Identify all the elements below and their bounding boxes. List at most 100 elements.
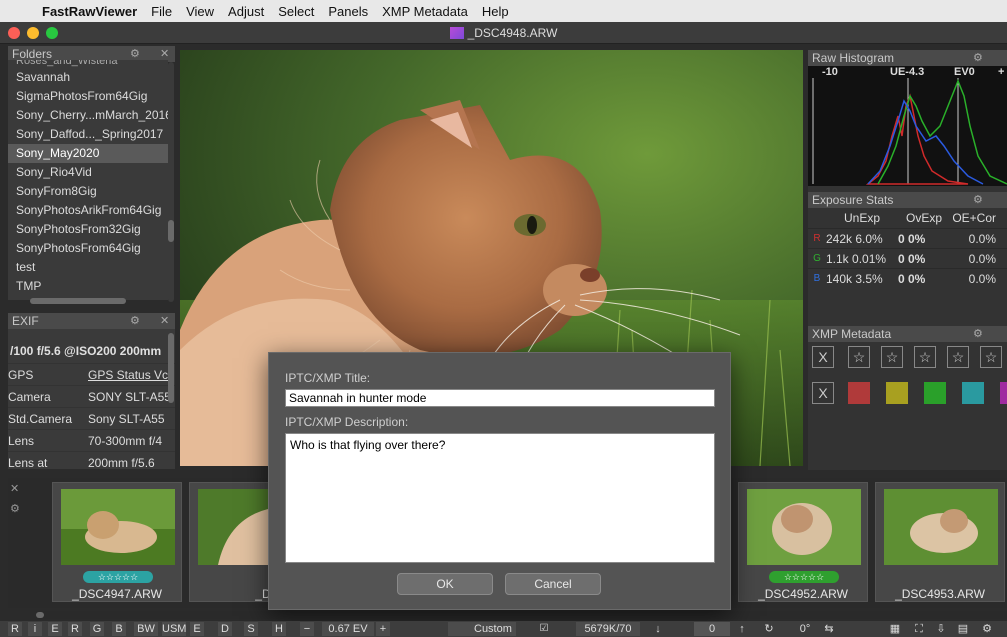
reject-button[interactable]: X	[812, 346, 834, 368]
folder-item[interactable]: SonyPhotosFrom32Gig	[8, 220, 168, 239]
rating-star-button[interactable]: ☆	[848, 346, 870, 368]
rating-star-button[interactable]: ☆	[980, 346, 1002, 368]
title-label: IPTC/XMP Title:	[285, 371, 371, 385]
folder-item[interactable]: Sony_Cherry...mMarch_2016	[8, 106, 168, 125]
close-icon[interactable]: ✕	[10, 482, 19, 495]
folder-item[interactable]: Sony_Daffod..._Spring2017	[8, 125, 168, 144]
oecor-value: 0.0%	[968, 232, 996, 246]
folder-item[interactable]: Sony_Rio4Vid	[8, 163, 168, 182]
exif-value: 70-300mm f/4	[88, 434, 163, 448]
gear-icon[interactable]: ⚙	[973, 326, 983, 342]
menu-xmp-metadata[interactable]: XMP Metadata	[382, 4, 468, 19]
checkbox-icon[interactable]: ☑	[538, 622, 550, 636]
exif-summary: /100 f/5.6 @ISO200 200mm	[10, 344, 162, 358]
rating-star-button[interactable]: ☆	[947, 346, 969, 368]
unexp-value: 1.1k 0.01%	[826, 252, 887, 266]
window-titlebar: _DSC4948.ARW	[0, 22, 1007, 44]
gear-icon[interactable]: ⚙	[973, 50, 983, 66]
close-icon[interactable]: ✕	[160, 313, 169, 329]
channel-toggle[interactable]: R	[8, 622, 22, 636]
gear-icon[interactable]: ⚙	[10, 502, 20, 515]
menu-help[interactable]: Help	[482, 4, 509, 19]
arrow-up-icon[interactable]: ↑	[736, 622, 748, 636]
rating-star-button[interactable]: ☆	[914, 346, 936, 368]
folder-item[interactable]: test	[8, 258, 168, 277]
ev-value[interactable]: 0.67 EV	[322, 622, 374, 636]
color-label-button[interactable]	[848, 382, 870, 404]
angle-value[interactable]: 0°	[790, 622, 820, 636]
bottom-toolbar: Custom ☑ 5679K/70 ↓ 0 ↑ ↻ 0° ⇆ ▦ ⛶ ⇩ ▤ ⚙…	[0, 621, 1007, 637]
color-label-button[interactable]	[886, 382, 908, 404]
filmstrip-scrollbar[interactable]	[36, 612, 44, 618]
clear-label-button[interactable]: X	[812, 382, 834, 404]
folder-item[interactable]: Sony_May2020	[8, 144, 168, 163]
thumbnail[interactable]: _DSC4953.ARW	[875, 482, 1005, 602]
thumbnail[interactable]: ☆☆☆☆☆ _DSC4952.ARW	[738, 482, 868, 602]
panel-icon[interactable]: ▤	[956, 622, 970, 636]
menu-file[interactable]: File	[151, 4, 172, 19]
rating-star-button[interactable]: ☆	[881, 346, 903, 368]
rating-stars[interactable]: ☆☆☆☆☆	[769, 571, 839, 583]
menu-view[interactable]: View	[186, 4, 214, 19]
thumbnail[interactable]: ☆☆☆☆☆ _DSC4947.ARW	[52, 482, 182, 602]
channel-toggle[interactable]: USM	[162, 622, 186, 636]
channel-label: G	[813, 253, 821, 264]
exif-scrollbar[interactable]	[168, 333, 174, 403]
ovexp-value: 0 0%	[898, 232, 926, 246]
channel-toggle[interactable]: i	[28, 622, 42, 636]
ev-minus-button[interactable]: −	[300, 622, 314, 636]
channel-toggle[interactable]: E	[190, 622, 204, 636]
folders-hscrollbar[interactable]	[30, 298, 126, 304]
flip-icon[interactable]: ⇆	[822, 622, 836, 636]
channel-toggle[interactable]: S	[244, 622, 258, 636]
exposure-row: R 242k 6.0% 0 0% 0.0%	[808, 228, 1007, 248]
wb-preset-select[interactable]: Custom	[448, 622, 516, 636]
menu-select[interactable]: Select	[278, 4, 314, 19]
cancel-button[interactable]: Cancel	[505, 573, 601, 595]
folder-item[interactable]: TMP	[8, 277, 168, 296]
channel-toggle[interactable]: E	[48, 622, 62, 636]
thumbnail-image	[747, 489, 861, 565]
description-textarea[interactable]: Who is that flying over there?	[285, 433, 715, 563]
folder-item[interactable]: SigmaPhotosFrom64Gig	[8, 87, 168, 106]
channel-toggle[interactable]: R	[68, 622, 82, 636]
exif-key: Lens at	[8, 456, 48, 469]
channel-toggle[interactable]: G	[90, 622, 104, 636]
folders-list: Roses_and_Wisteria Savannah SigmaPhotosFr…	[8, 60, 168, 300]
wb-value[interactable]: 5679K/70	[576, 622, 640, 636]
rotate-icon[interactable]: ↻	[762, 622, 776, 636]
menu-app-name[interactable]: FastRawViewer	[42, 4, 137, 19]
folder-item[interactable]: Savannah	[8, 68, 168, 87]
menu-panels[interactable]: Panels	[328, 4, 368, 19]
gear-icon[interactable]: ⚙	[980, 622, 994, 636]
folders-scrollbar[interactable]	[168, 220, 174, 242]
ev-plus-button[interactable]: +	[376, 622, 390, 636]
channel-toggle[interactable]: D	[218, 622, 232, 636]
folder-item[interactable]: SonyFrom8Gig	[8, 182, 168, 201]
exif-row: Std.Camera Sony SLT-A55	[8, 407, 175, 429]
color-label-button[interactable]	[962, 382, 984, 404]
rotation-value[interactable]: 0	[694, 622, 730, 636]
fullscreen-icon[interactable]: ⛶	[912, 622, 926, 636]
arrow-down-icon[interactable]: ↓	[652, 622, 664, 636]
ok-button[interactable]: OK	[397, 573, 493, 595]
rating-stars[interactable]: ☆☆☆☆☆	[83, 571, 153, 583]
gear-icon[interactable]: ⚙	[973, 192, 983, 208]
channel-toggle[interactable]: B	[112, 622, 126, 636]
folder-item[interactable]: SonyPhotosFrom64Gig	[8, 239, 168, 258]
channel-toggle[interactable]: BW	[134, 622, 158, 636]
unexp-value: 140k 3.5%	[826, 272, 883, 286]
grid-view-icon[interactable]: ▦	[888, 622, 902, 636]
channel-toggle[interactable]: H	[272, 622, 286, 636]
title-input[interactable]	[285, 389, 715, 407]
folder-item-partial[interactable]: Roses_and_Wisteria	[8, 60, 168, 68]
exif-value[interactable]: GPS Status Vc	[88, 364, 168, 385]
download-icon[interactable]: ⇩	[934, 622, 948, 636]
folder-item[interactable]: SonyPhotosArikFrom64Gig	[8, 201, 168, 220]
color-label-button[interactable]	[1000, 382, 1007, 404]
menu-adjust[interactable]: Adjust	[228, 4, 264, 19]
gear-icon[interactable]: ⚙	[130, 313, 140, 329]
color-label-button[interactable]	[924, 382, 946, 404]
exif-panel-title: EXIF	[12, 314, 39, 328]
histogram-title: Raw Histogram	[812, 51, 895, 65]
